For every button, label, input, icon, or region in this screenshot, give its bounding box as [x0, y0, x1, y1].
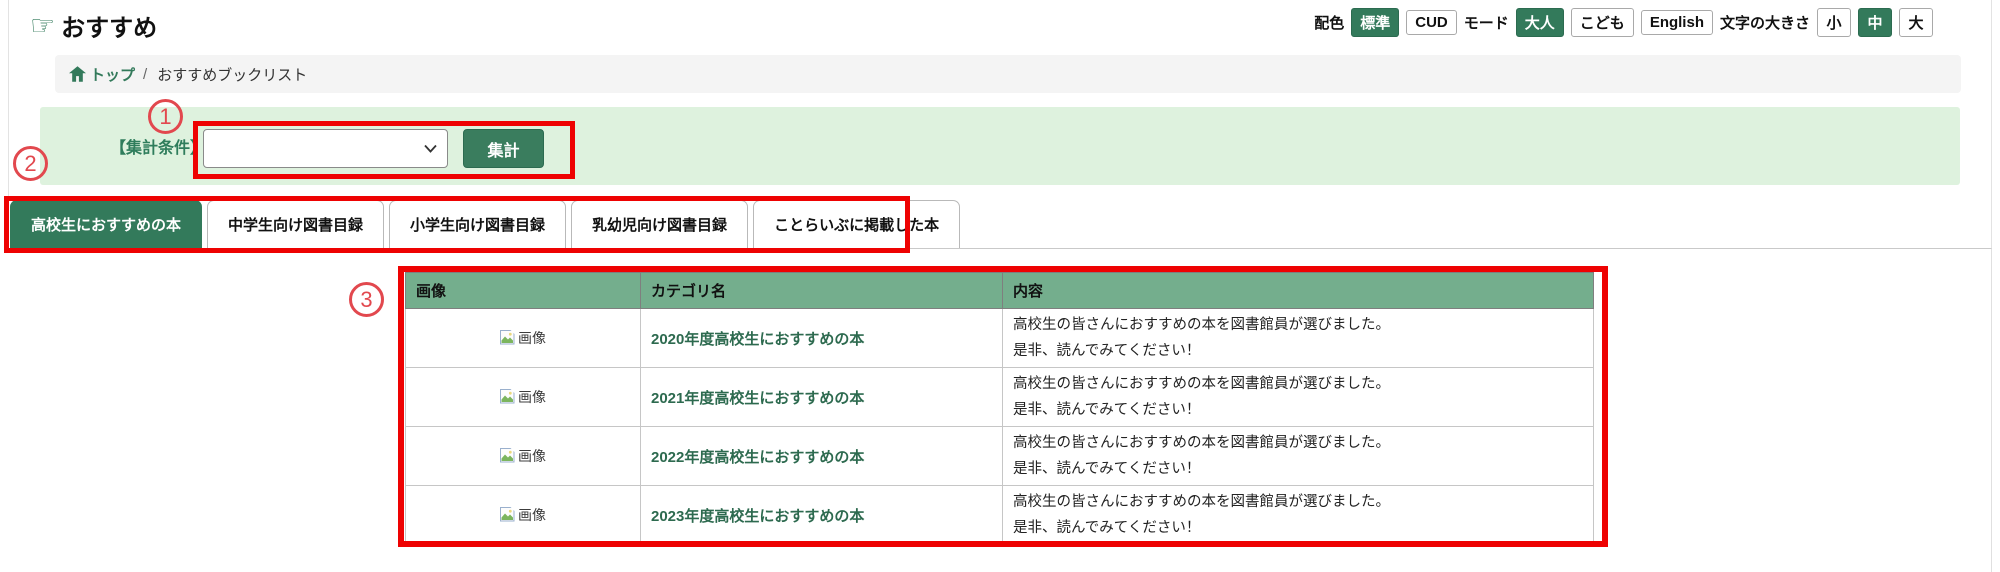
page: ☞ おすすめ 配色 標準 CUD モード 大人 こども English 文字の大…: [0, 0, 2000, 572]
description-line1: 高校生の皆さんにおすすめの本を図書館員が選びました。: [1013, 312, 1583, 338]
tab-kotolib[interactable]: ことらいぶに掲載した本: [753, 200, 960, 248]
table-row: 画像 2022年度高校生におすすめの本 高校生の皆さんにおすすめの本を図書館員が…: [406, 427, 1594, 486]
broken-image-icon: [500, 330, 516, 346]
aggregate-condition-select[interactable]: [203, 129, 448, 168]
english-button[interactable]: English: [1641, 10, 1713, 35]
column-header-category: カテゴリ名: [641, 273, 1003, 309]
column-header-image: 画像: [406, 273, 641, 309]
image-alt-text: 画像: [518, 505, 546, 525]
table-row: 画像 2023年度高校生におすすめの本 高校生の皆さんにおすすめの本を図書館員が…: [406, 486, 1594, 545]
aggregate-condition-label: 【集計条件】: [110, 107, 206, 185]
description-line1: 高校生の皆さんにおすすめの本を図書館員が選びました。: [1013, 489, 1583, 515]
mode-kids-button[interactable]: こども: [1571, 8, 1634, 37]
table-header-row: 画像 カテゴリ名 内容: [406, 273, 1594, 309]
breadcrumb-current: おすすめブックリスト: [157, 64, 307, 85]
description-line1: 高校生の皆さんにおすすめの本を図書館員が選びました。: [1013, 371, 1583, 397]
image-alt-text: 画像: [518, 328, 546, 348]
scheme-cud-button[interactable]: CUD: [1406, 10, 1457, 35]
category-image-link[interactable]: 画像: [500, 387, 546, 407]
description-line2: 是非、読んでみてください！: [1013, 338, 1583, 364]
breadcrumb: トップ / おすすめブックリスト: [55, 55, 1961, 93]
settings-bar: 配色 標準 CUD モード 大人 こども English 文字の大きさ 小 中 …: [1314, 8, 1933, 36]
chevron-down-icon: [424, 144, 437, 153]
table-row: 画像 2020年度高校生におすすめの本 高校生の皆さんにおすすめの本を図書館員が…: [406, 309, 1594, 368]
tab-bar: 高校生におすすめの本 中学生向け図書目録 小学生向け図書目録 乳幼児向け図書目録…: [10, 200, 960, 248]
font-size-large-button[interactable]: 大: [1899, 8, 1933, 37]
category-link[interactable]: 2021年度高校生におすすめの本: [651, 390, 864, 407]
category-description: 高校生の皆さんにおすすめの本を図書館員が選びました。 是非、読んでみてください！: [1003, 486, 1594, 545]
broken-image-icon: [500, 389, 516, 405]
broken-image-icon: [500, 507, 516, 523]
image-alt-text: 画像: [518, 446, 546, 466]
breadcrumb-separator: /: [143, 66, 147, 83]
column-header-content: 内容: [1003, 273, 1594, 309]
category-link[interactable]: 2020年度高校生におすすめの本: [651, 331, 864, 348]
mode-adult-button[interactable]: 大人: [1516, 8, 1564, 37]
color-scheme-label: 配色: [1314, 12, 1344, 33]
breadcrumb-home-label: トップ: [90, 64, 135, 85]
breadcrumb-home-link[interactable]: トップ: [69, 64, 135, 85]
category-description: 高校生の皆さんにおすすめの本を図書館員が選びました。 是非、読んでみてください！: [1003, 309, 1594, 368]
category-link[interactable]: 2022年度高校生におすすめの本: [651, 449, 864, 466]
tab-elementary[interactable]: 小学生向け図書目録: [389, 200, 566, 248]
category-image-link[interactable]: 画像: [500, 446, 546, 466]
home-icon: [69, 66, 86, 82]
font-size-small-button[interactable]: 小: [1817, 8, 1851, 37]
aggregate-filter-banner: 【集計条件】 集計: [40, 107, 1960, 185]
scheme-standard-button[interactable]: 標準: [1351, 8, 1399, 37]
category-description: 高校生の皆さんにおすすめの本を図書館員が選びました。 是非、読んでみてください！: [1003, 427, 1594, 486]
category-description: 高校生の皆さんにおすすめの本を図書館員が選びました。 是非、読んでみてください！: [1003, 368, 1594, 427]
aggregate-button[interactable]: 集計: [463, 129, 544, 168]
mode-label: モード: [1464, 12, 1509, 33]
page-title: おすすめ: [61, 8, 157, 43]
broken-image-icon: [500, 448, 516, 464]
page-header: ☞ おすすめ: [30, 8, 157, 43]
description-line1: 高校生の皆さんにおすすめの本を図書館員が選びました。: [1013, 430, 1583, 456]
tab-juniorhigh[interactable]: 中学生向け図書目録: [207, 200, 384, 248]
book-list-table: 画像 カテゴリ名 内容 画像: [405, 272, 1594, 545]
description-line2: 是非、読んでみてください！: [1013, 397, 1583, 423]
tab-highschool[interactable]: 高校生におすすめの本: [10, 200, 202, 248]
table-row: 画像 2021年度高校生におすすめの本 高校生の皆さんにおすすめの本を図書館員が…: [406, 368, 1594, 427]
font-size-label: 文字の大きさ: [1720, 12, 1810, 33]
font-size-medium-button[interactable]: 中: [1858, 8, 1892, 37]
category-image-link[interactable]: 画像: [500, 328, 546, 348]
pointing-hand-icon: ☞: [30, 12, 55, 40]
description-line2: 是非、読んでみてください！: [1013, 456, 1583, 482]
tab-infant[interactable]: 乳幼児向け図書目録: [571, 200, 748, 248]
category-link[interactable]: 2023年度高校生におすすめの本: [651, 508, 864, 525]
image-alt-text: 画像: [518, 387, 546, 407]
category-image-link[interactable]: 画像: [500, 505, 546, 525]
description-line2: 是非、読んでみてください！: [1013, 515, 1583, 541]
